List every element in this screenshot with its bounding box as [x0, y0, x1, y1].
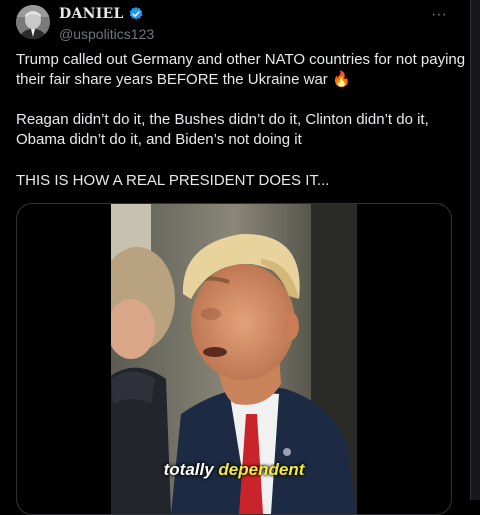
tweet-paragraph-3: THIS IS HOW A REAL PRESIDENT DOES IT...: [16, 172, 330, 189]
tweet-card[interactable]: DANIEL @uspolitics123 ··· Trump called o…: [0, 0, 470, 515]
author-handle[interactable]: @uspolitics123: [59, 26, 154, 42]
verified-badge-icon: [129, 7, 143, 20]
video-player[interactable]: totally dependent: [16, 203, 452, 515]
more-horizontal-icon[interactable]: ···: [428, 6, 450, 23]
video-caption: totally dependent: [111, 460, 357, 480]
tweet-paragraph-1: Trump called out Germany and other NATO …: [16, 51, 470, 88]
avatar[interactable]: [16, 5, 50, 39]
caption-word-totally: totally: [163, 460, 214, 479]
video-frame[interactable]: totally dependent: [111, 204, 357, 514]
tweet-text: Trump called out Germany and other NATO …: [16, 50, 466, 211]
divider: [470, 0, 471, 500]
author-name[interactable]: DANIEL: [59, 6, 124, 22]
tweet-paragraph-2: Reagan didn’t do it, the Bushes didn’t d…: [16, 111, 433, 148]
caption-word-dependent: dependent: [218, 460, 305, 479]
scrollbar[interactable]: [470, 0, 480, 500]
author-name-row[interactable]: DANIEL: [59, 6, 144, 22]
avatar-photo: [16, 5, 50, 39]
